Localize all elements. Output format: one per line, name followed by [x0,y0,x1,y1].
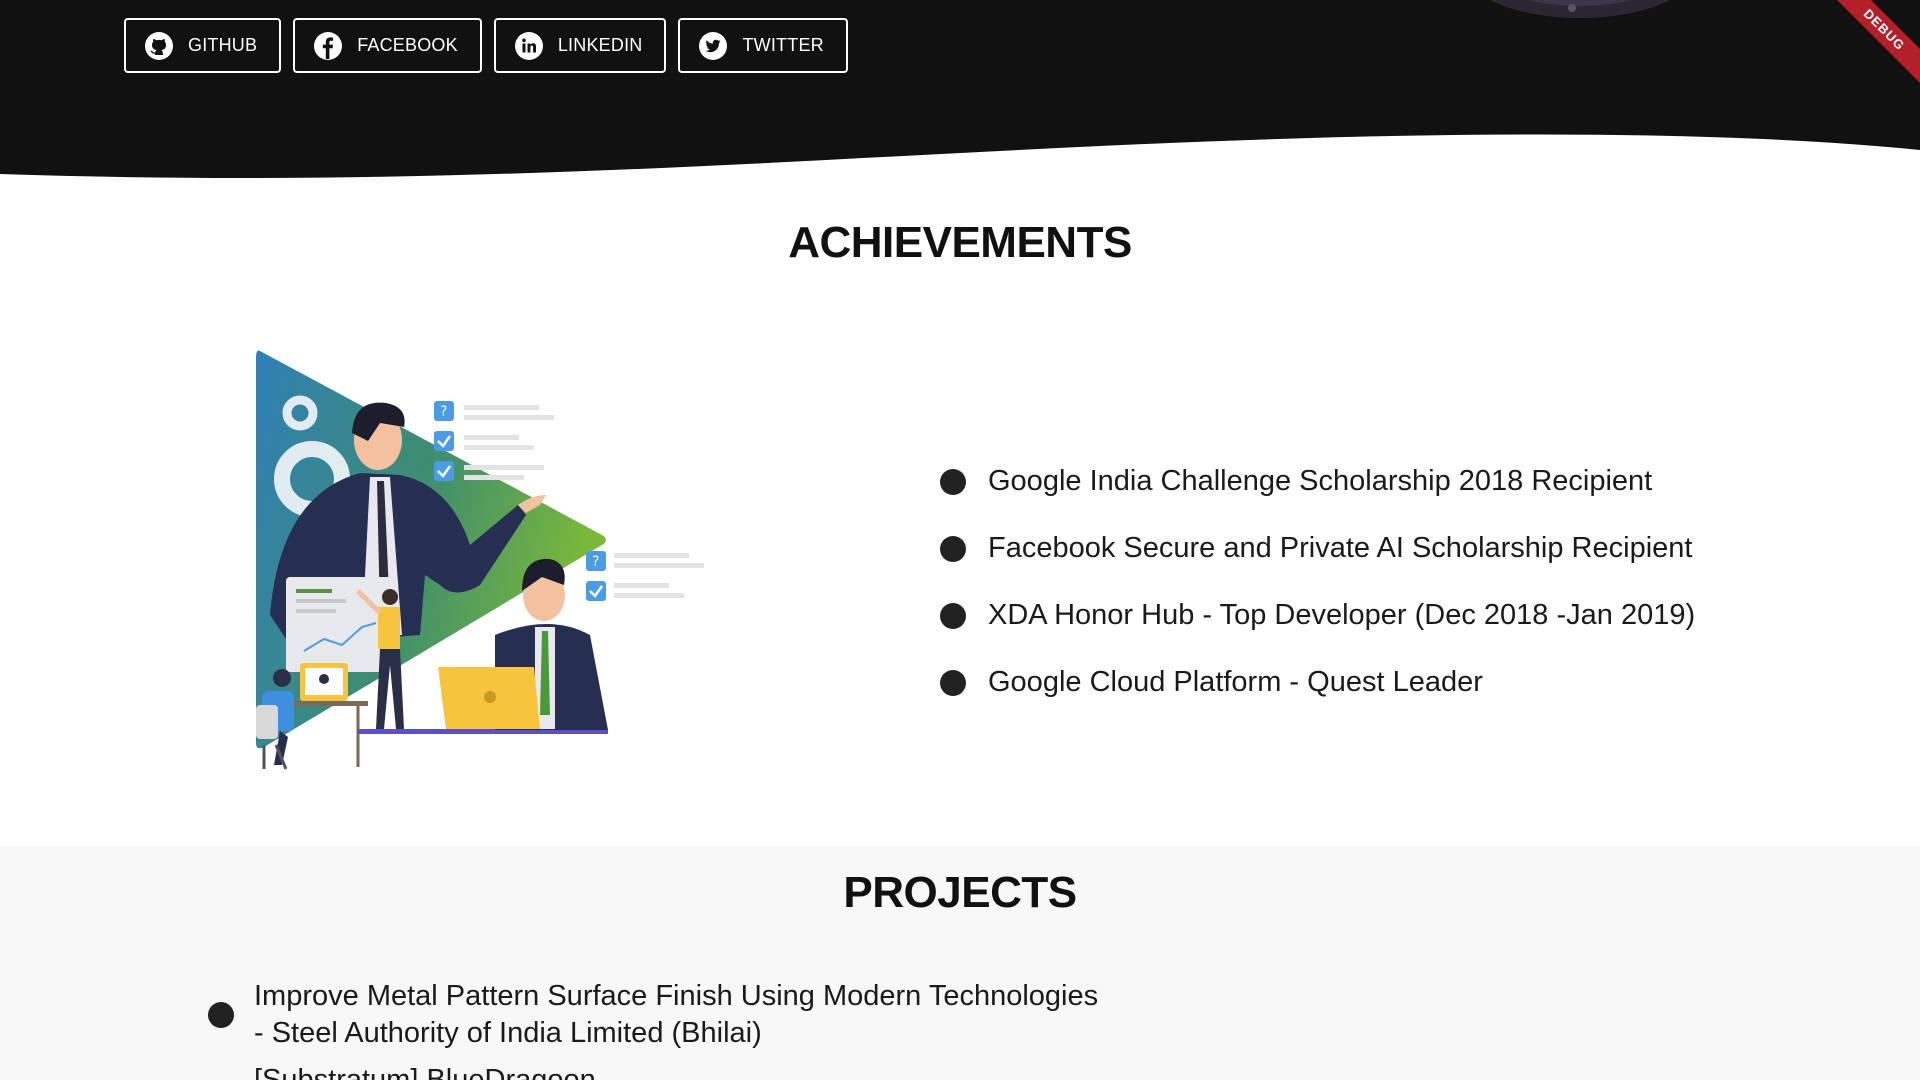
bullet-icon [940,468,966,495]
bullet-icon [940,535,966,562]
project-text: [Substratum] BlueDragoon [254,1062,596,1080]
achievement-text: Google Cloud Platform - Quest Leader [988,666,1483,698]
bullet-icon [208,1002,234,1028]
github-button-label: GITHUB [188,35,258,55]
social-links: GITHUB FACEBOOK LINKEDIN TWITTER [124,18,848,73]
achievement-text: Facebook Secure and Private AI Scholarsh… [988,532,1693,564]
svg-text:?: ? [592,554,599,570]
project-text: Improve Metal Pattern Surface Finish Usi… [254,978,1098,1052]
project-subtitle-line: - Steel Authority of India Limited (Bhil… [254,1017,762,1049]
facebook-button[interactable]: FACEBOOK [293,18,482,73]
bullet-icon [940,669,966,696]
project-title-line: [Substratum] BlueDragoon [254,1064,596,1080]
list-item: Google Cloud Platform - Quest Leader [940,649,1695,716]
list-item: XDA Honor Hub - Top Developer (Dec 2018 … [940,582,1695,649]
achievements-list: Google India Challenge Scholarship 2018 … [940,448,1695,716]
github-icon [145,31,173,60]
business-team-illustration: ? ? [256,350,704,770]
list-item: Google India Challenge Scholarship 2018 … [940,448,1695,515]
profile-photo-edge [1490,0,1670,18]
achievement-text: XDA Honor Hub - Top Developer (Dec 2018 … [988,599,1696,631]
twitter-button-label: TWITTER [742,35,824,55]
projects-section: PROJECTS Improve Metal Pattern Surface F… [0,846,1920,1080]
linkedin-icon [514,31,543,60]
linkedin-button-label: LINKEDIN [557,35,643,55]
achievements-title: ACHIEVEMENTS [788,218,1132,267]
twitter-button[interactable]: TWITTER [678,18,848,73]
twitter-icon [699,31,728,60]
projects-list: Improve Metal Pattern Surface Finish Usi… [208,978,1098,1080]
list-item: Facebook Secure and Private AI Scholarsh… [940,515,1695,582]
projects-title: PROJECTS [843,868,1077,917]
bullet-icon [940,602,966,629]
facebook-icon [314,31,343,60]
facebook-button-label: FACEBOOK [357,35,458,55]
achievement-text: Google India Challenge Scholarship 2018 … [988,465,1653,497]
project-title-line: Improve Metal Pattern Surface Finish Usi… [254,980,1099,1012]
list-item: Improve Metal Pattern Surface Finish Usi… [208,978,1098,1052]
header-hero: DEBUG GITHUB FACEBOOK LINKEDIN TWITTER [0,0,1920,190]
list-item: [Substratum] BlueDragoon [208,1062,1098,1080]
linkedin-button[interactable]: LINKEDIN [493,18,667,73]
github-button[interactable]: GITHUB [124,18,282,73]
svg-text:?: ? [440,404,447,420]
